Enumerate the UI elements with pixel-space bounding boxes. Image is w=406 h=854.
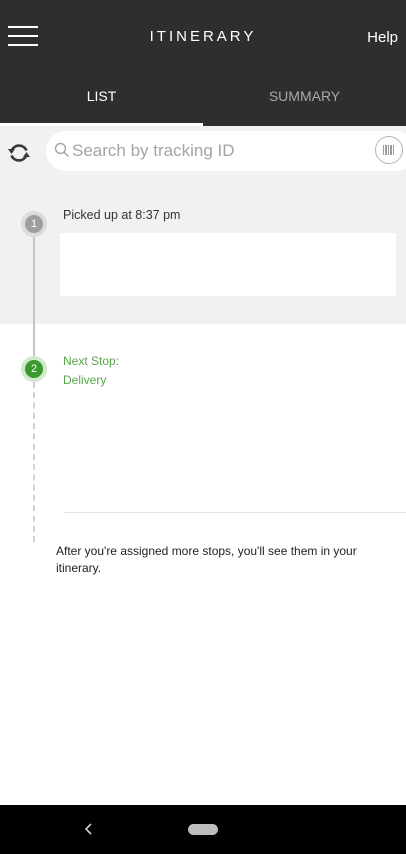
search-bar	[46, 131, 406, 171]
timeline-dashed-line	[33, 382, 35, 542]
home-pill-icon[interactable]	[188, 824, 218, 835]
itinerary-info-text: After you're assigned more stops, you'll…	[56, 544, 357, 575]
divider	[64, 512, 406, 513]
system-navigation-bar	[0, 805, 406, 854]
tab-summary-label: SUMMARY	[268, 88, 341, 104]
stop-2-label[interactable]: Next Stop: Delivery	[63, 352, 119, 390]
refresh-icon[interactable]	[6, 140, 32, 166]
tab-list-label: LIST	[86, 88, 117, 104]
timeline-line	[33, 237, 35, 357]
app-header: ITINERARY Help LIST SUMMARY	[0, 0, 406, 126]
stop-2-marker: 2	[21, 356, 47, 382]
stop-1-marker: 1	[21, 211, 47, 237]
stop-2-title: Next Stop:	[63, 354, 120, 368]
tab-summary[interactable]: SUMMARY	[203, 68, 406, 126]
help-link[interactable]: Help	[367, 29, 398, 46]
tab-list[interactable]: LIST	[0, 68, 203, 126]
page-title: ITINERARY	[149, 28, 257, 45]
search-input[interactable]	[72, 139, 372, 163]
stop-1-status: Picked up at 8:37 pm	[63, 208, 181, 222]
stop-2-type: Delivery	[63, 373, 107, 387]
stop-1-card[interactable]	[60, 233, 396, 296]
search-icon	[54, 142, 70, 158]
back-chevron-icon[interactable]	[82, 819, 96, 839]
barcode-scan-icon[interactable]	[375, 136, 403, 164]
